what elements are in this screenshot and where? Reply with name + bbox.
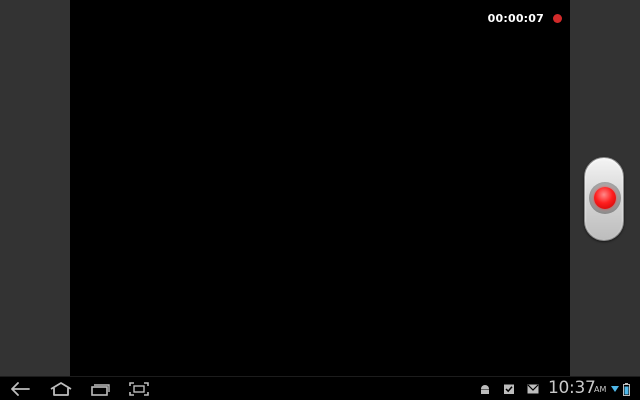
recording-dot-icon	[553, 14, 562, 23]
screenshot-icon[interactable]	[128, 380, 150, 398]
right-control-panel	[570, 0, 640, 376]
recent-apps-icon[interactable]	[89, 380, 111, 398]
back-icon[interactable]	[9, 380, 31, 398]
record-button-icon	[594, 187, 616, 209]
battery-icon	[622, 382, 630, 396]
camera-screen: 00:00:07 10:37 AM	[0, 0, 640, 400]
record-button-ring	[589, 182, 621, 214]
android-debug-icon[interactable]	[478, 382, 492, 396]
left-panel	[0, 0, 70, 376]
email-icon[interactable]	[526, 382, 540, 396]
record-button[interactable]	[584, 157, 624, 241]
task-check-icon[interactable]	[502, 382, 516, 396]
camera-viewfinder[interactable]: 00:00:07	[70, 0, 570, 376]
clock-ampm: AM	[594, 385, 607, 394]
recording-timer: 00:00:07	[487, 12, 544, 25]
wifi-icon	[610, 382, 620, 396]
clock-time[interactable]: 10:37	[548, 378, 596, 398]
home-icon[interactable]	[48, 380, 74, 398]
system-navigation-bar: 10:37 AM	[0, 376, 640, 400]
